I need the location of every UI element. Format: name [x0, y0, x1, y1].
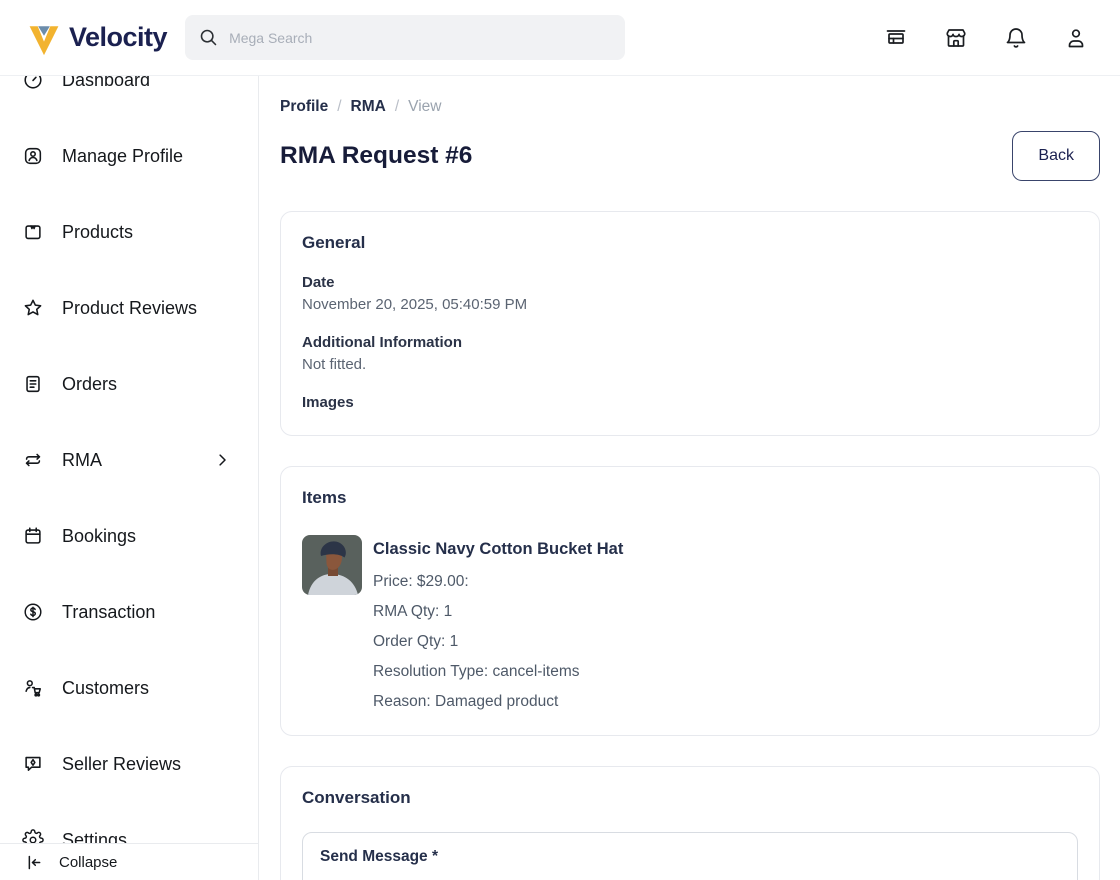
store-icon[interactable] [944, 26, 968, 50]
velocity-logo[interactable]: Velocity [26, 20, 167, 56]
additional-info-field: Additional Information Not fitted. [302, 334, 1078, 373]
sidebar-item-label: Manage Profile [62, 146, 231, 167]
sidebar-item-label: Products [62, 222, 231, 243]
sidebar-item-product-reviews[interactable]: Product Reviews [0, 270, 258, 346]
sidebar-item-label: Product Reviews [62, 298, 231, 319]
collapse-label: Collapse [59, 854, 117, 871]
date-label: Date [302, 274, 1078, 291]
general-card-title: General [302, 233, 1078, 253]
send-message-label: Send Message * [320, 848, 1060, 866]
collapse-icon [25, 853, 44, 872]
sidebar-item-label: Bookings [62, 526, 231, 547]
user-icon[interactable] [1064, 26, 1088, 50]
search-icon [198, 27, 219, 48]
images-label: Images [302, 394, 1078, 411]
back-button[interactable]: Back [1012, 131, 1100, 181]
sidebar-item-label: RMA [62, 450, 195, 471]
sidebar-item-label: Transaction [62, 602, 231, 623]
product-order-qty: Order Qty: 1 [373, 632, 625, 651]
review-bubble-icon [22, 753, 44, 775]
product-resolution-type: Resolution Type: cancel-items [373, 662, 625, 681]
velocity-logo-icon [26, 20, 62, 56]
marketplace-icon[interactable] [884, 26, 908, 50]
breadcrumb-separator: / [337, 98, 341, 116]
sidebar-item-label: Customers [62, 678, 231, 699]
sidebar-item-products[interactable]: Products [0, 194, 258, 270]
general-card: General Date November 20, 2025, 05:40:59… [280, 211, 1100, 436]
sidebar-item-rma[interactable]: RMA [0, 422, 258, 498]
sidebar-item-manage-profile[interactable]: Manage Profile [0, 118, 258, 194]
product-price: Price: $29.00: [373, 572, 625, 591]
items-card-title: Items [302, 488, 1078, 508]
header-icon-group [884, 26, 1088, 50]
date-value: November 20, 2025, 05:40:59 PM [302, 296, 1078, 313]
additional-info-value: Not fitted. [302, 356, 1078, 373]
dollar-circle-icon [22, 601, 44, 623]
items-card: Items Classic Navy Cotton Bucket Hat Pri… [280, 466, 1100, 736]
conversation-card: Conversation Send Message * [280, 766, 1100, 880]
calendar-icon [22, 525, 44, 547]
gauge-icon [22, 76, 44, 91]
images-field: Images [302, 394, 1078, 411]
breadcrumb-rma[interactable]: RMA [351, 98, 386, 116]
sidebar-item-transaction[interactable]: Transaction [0, 574, 258, 650]
product-rma-qty: RMA Qty: 1 [373, 602, 625, 621]
sidebar-item-customers[interactable]: Customers [0, 650, 258, 726]
sidebar-nav-list: Dashboard Manage Profile Products [0, 76, 258, 878]
document-icon [22, 373, 44, 395]
top-header: Velocity [0, 0, 1120, 76]
brand-name: Velocity [69, 22, 167, 53]
send-message-field[interactable]: Send Message * [302, 832, 1078, 880]
product-reason: Reason: Damaged product [373, 692, 625, 711]
sidebar-collapse-button[interactable]: Collapse [0, 843, 258, 880]
mega-search-bar[interactable] [185, 15, 625, 60]
main-content: Profile / RMA / View RMA Request #6 Back… [260, 76, 1120, 880]
person-card-icon [22, 145, 44, 167]
product-image [302, 535, 362, 595]
search-input[interactable] [229, 30, 612, 46]
page-title: RMA Request #6 [280, 142, 472, 170]
page-title-row: RMA Request #6 Back [280, 131, 1100, 181]
date-field: Date November 20, 2025, 05:40:59 PM [302, 274, 1078, 313]
chevron-right-icon [213, 451, 231, 469]
product-name: Classic Navy Cotton Bucket Hat [373, 537, 625, 561]
breadcrumb: Profile / RMA / View [280, 98, 1100, 116]
bell-icon[interactable] [1004, 26, 1028, 50]
product-info: Classic Navy Cotton Bucket Hat Price: $2… [373, 535, 625, 711]
sidebar-item-seller-reviews[interactable]: Seller Reviews [0, 726, 258, 802]
sidebar-item-orders[interactable]: Orders [0, 346, 258, 422]
person-cart-icon [22, 677, 44, 699]
sidebar-item-label: Seller Reviews [62, 754, 231, 775]
breadcrumb-profile[interactable]: Profile [280, 98, 328, 116]
breadcrumb-separator: / [395, 98, 399, 116]
sidebar-item-dashboard[interactable]: Dashboard [0, 76, 258, 118]
sidebar-nav: Dashboard Manage Profile Products [0, 76, 259, 880]
product-row: Classic Navy Cotton Bucket Hat Price: $2… [302, 535, 1078, 711]
breadcrumb-view: View [408, 98, 441, 116]
sidebar-item-label: Orders [62, 374, 231, 395]
star-icon [22, 297, 44, 319]
box-icon [22, 221, 44, 243]
sidebar-item-bookings[interactable]: Bookings [0, 498, 258, 574]
sidebar-item-label: Dashboard [62, 76, 231, 91]
additional-info-label: Additional Information [302, 334, 1078, 351]
swap-arrows-icon [22, 449, 44, 471]
conversation-card-title: Conversation [302, 788, 1078, 808]
